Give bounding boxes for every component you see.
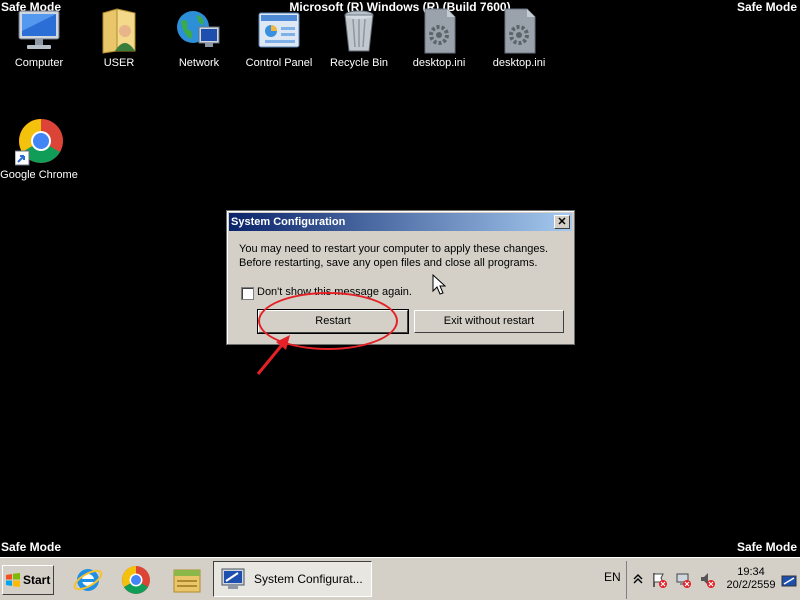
- safe-mode-label-bottom-left: Safe Mode: [1, 540, 62, 554]
- language-indicator[interactable]: EN: [604, 570, 621, 584]
- windows-logo-icon: [6, 573, 20, 587]
- desktop-icon-label: Recycle Bin: [329, 57, 389, 69]
- show-hidden-icons-icon[interactable]: [633, 573, 643, 585]
- mouse-cursor-icon: [432, 274, 446, 295]
- desktop-icon-recycle-bin[interactable]: Recycle Bin: [319, 0, 399, 69]
- dialog-message-line-2: Before restarting, save any open files a…: [239, 257, 538, 269]
- desktop-icon-computer[interactable]: Computer: [0, 0, 79, 69]
- network-icon: [175, 7, 223, 55]
- desktop-icon-network[interactable]: Network: [159, 0, 239, 69]
- dont-show-again-checkbox[interactable]: [241, 287, 254, 300]
- user-folder-icon: [95, 7, 143, 55]
- safe-mode-label-bottom-right: Safe Mode: [736, 540, 797, 554]
- close-button[interactable]: ✕: [554, 215, 570, 229]
- desktop-icon-control-panel[interactable]: Control Panel: [239, 0, 319, 69]
- desktop-icon-label: desktop.ini: [492, 57, 546, 69]
- desktop-icon-google-chrome[interactable]: Google Chrome: [0, 112, 79, 181]
- action-center-flag-icon[interactable]: [651, 571, 669, 589]
- dialog-message-line-1: You may need to restart your computer to…: [239, 243, 548, 255]
- desktop-icon-user[interactable]: USER: [79, 0, 159, 69]
- desktop-icon-label: Computer: [14, 57, 64, 69]
- internet-explorer-icon[interactable]: [72, 564, 104, 596]
- close-icon: ✕: [557, 216, 567, 228]
- dialog-title-bar[interactable]: System Configuration ✕: [229, 213, 572, 231]
- explorer-folder-icon[interactable]: [171, 564, 203, 596]
- desktop-icon-label: USER: [103, 57, 135, 69]
- exit-without-restart-button[interactable]: Exit without restart: [414, 310, 564, 333]
- computer-icon: [15, 7, 63, 55]
- control-panel-icon: [255, 7, 303, 55]
- chrome-icon: [14, 119, 63, 167]
- clock-date: 20/2/2559: [726, 579, 776, 591]
- taskbar-button-label: System Configurat...: [254, 572, 363, 586]
- recycle-bin-icon: [335, 7, 383, 55]
- desktop-icon-label: Network: [178, 57, 220, 69]
- network-status-icon[interactable]: [675, 571, 693, 589]
- show-desktop-icon[interactable]: [781, 575, 797, 589]
- taskbar: Start System Configurat... EN 19:34 20/2…: [0, 557, 800, 600]
- clock-time: 19:34: [737, 566, 765, 578]
- desktop-icon-label: Google Chrome: [0, 169, 78, 181]
- volume-muted-icon[interactable]: [699, 571, 717, 589]
- start-label: Start: [23, 573, 51, 587]
- taskbar-button-system-configuration[interactable]: System Configurat...: [213, 561, 372, 597]
- dialog-message: You may need to restart your computer to…: [239, 242, 559, 270]
- desktop-icon-desktop-ini[interactable]: desktop.ini: [479, 0, 559, 69]
- annotation-arrow-icon: [256, 335, 290, 375]
- desktop-icon-label: desktop.ini: [412, 57, 466, 69]
- start-button[interactable]: Start: [2, 565, 54, 595]
- dialog-title: System Configuration: [231, 216, 346, 228]
- desktop-icon-desktop-ini[interactable]: desktop.ini: [399, 0, 479, 69]
- chrome-icon[interactable]: [120, 564, 152, 596]
- system-tray: 19:34 20/2/2559: [626, 561, 800, 599]
- desktop-icon-label: Control Panel: [245, 57, 313, 69]
- settings-file-icon: [495, 7, 543, 55]
- clock[interactable]: 19:34 20/2/2559: [723, 566, 779, 592]
- system-configuration-icon: [221, 568, 245, 589]
- settings-file-icon: [415, 7, 463, 55]
